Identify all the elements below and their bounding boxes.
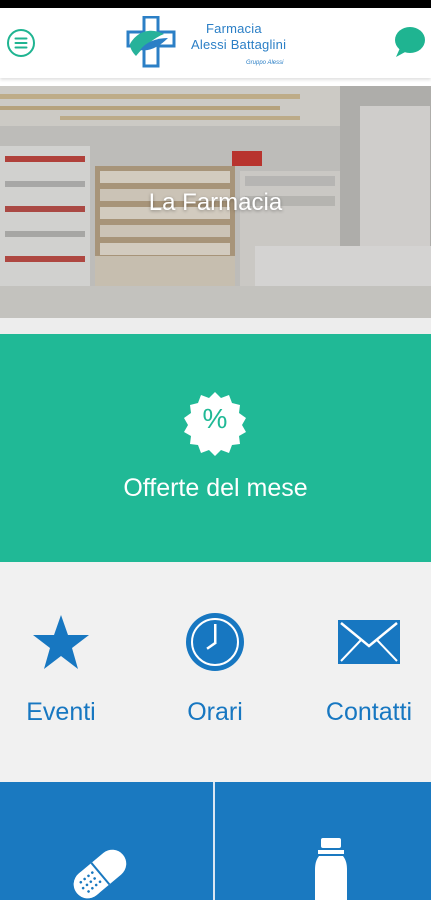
logo-text-line2: Alessi Battaglini [191,37,287,52]
logo-text-line3: Gruppo Alessi [246,60,284,66]
chat-button[interactable] [391,25,427,59]
clock-icon [186,613,244,671]
hero-title: La Farmacia [148,189,283,216]
section-divider [0,318,431,334]
speech-bubble-icon [395,27,425,57]
shortcut-contatti[interactable] [286,562,431,782]
app-header: Farmacia Alessi Battaglini Gruppo Alessi [0,8,431,78]
status-bar [0,0,431,8]
offers-label: Offerte del mese [123,474,308,502]
pharmacy-hero-banner[interactable]: La Farmacia [0,86,431,318]
star-icon [33,615,89,669]
pharmacy-cross-logo-icon [126,16,176,68]
shortcut-orari[interactable] [143,562,286,782]
menu-button[interactable] [6,28,36,58]
hamburger-menu-icon [7,29,35,57]
shortcut-eventi[interactable] [0,562,143,782]
brand-logo[interactable]: Farmacia Alessi Battaglini Gruppo Alessi [124,16,314,78]
pill-capsule-icon [73,849,127,899]
envelope-icon [338,620,400,664]
shortcut-label-eventi: Eventi [26,698,96,726]
shortcut-label-contatti: Contatti [325,698,413,726]
shortcut-label-orari: Orari [187,698,243,726]
logo-text-line1: Farmacia [206,21,262,36]
bottle-icon [315,838,347,900]
discount-badge-symbol: % [202,403,228,434]
